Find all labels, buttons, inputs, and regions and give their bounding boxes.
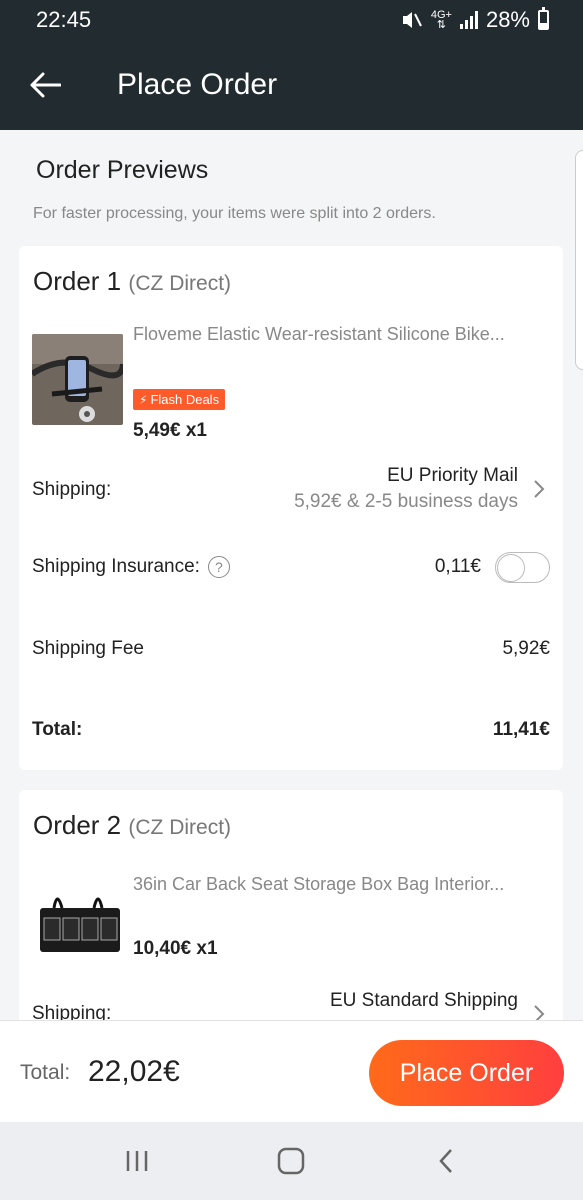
previews-subtitle: For faster processing, your items were s… bbox=[33, 205, 436, 222]
shipping-label: Shipping: bbox=[32, 479, 112, 500]
recents-button[interactable] bbox=[107, 1131, 167, 1191]
home-icon bbox=[278, 1147, 305, 1175]
battery-percent: 28% bbox=[485, 7, 530, 32]
chevron-right-icon[interactable] bbox=[533, 479, 545, 499]
order-total-label: Total: bbox=[32, 719, 83, 740]
system-back-button[interactable] bbox=[416, 1131, 476, 1191]
insurance-price: 0,11€ bbox=[434, 556, 481, 577]
back-button[interactable] bbox=[0, 40, 90, 130]
network-indicator: 4G+ ⇅ bbox=[430, 9, 452, 31]
arrow-left-icon bbox=[30, 72, 61, 98]
order-card-1: Order 1 (CZ Direct) Floveme Elastic Wear… bbox=[19, 246, 563, 770]
product-thumbnail-storage-bag[interactable] bbox=[32, 878, 123, 969]
status-bar: 22:45 4G+ ⇅ 28% bbox=[0, 0, 583, 40]
shipping-detail[interactable]: 5,92€ & 2-5 business days bbox=[294, 491, 518, 513]
product-name[interactable]: Floveme Elastic Wear-resistant Silicone … bbox=[133, 324, 505, 345]
grand-total-value: 22,02€ bbox=[88, 1055, 180, 1088]
insurance-label: Shipping Insurance: bbox=[32, 556, 200, 578]
mute-vibrate-icon bbox=[402, 12, 422, 28]
shipping-method[interactable]: EU Standard Shipping bbox=[330, 990, 518, 1012]
order-title: Order 2 (CZ Direct) bbox=[33, 810, 232, 840]
checkout-footer: Total: 22,02€ Place Order bbox=[0, 1020, 583, 1122]
price-quantity: 5,49€ x1 bbox=[133, 420, 207, 441]
product-image bbox=[32, 878, 123, 969]
shipping-fee-value: 5,92€ bbox=[502, 638, 550, 659]
shipping-fee-label: Shipping Fee bbox=[32, 638, 144, 659]
status-time: 22:45 bbox=[36, 7, 92, 32]
home-button[interactable] bbox=[261, 1131, 321, 1191]
grand-total-label: Total: bbox=[20, 1061, 71, 1084]
order-title: Order 1 (CZ Direct) bbox=[33, 266, 232, 296]
back-icon bbox=[439, 1149, 452, 1173]
price-quantity: 10,40€ x1 bbox=[133, 938, 218, 959]
product-thumbnail-bike-holder[interactable] bbox=[32, 334, 123, 425]
system-nav-bar bbox=[0, 1122, 583, 1200]
order-card-2: Order 2 (CZ Direct) 36in Car Back Seat S… bbox=[19, 790, 563, 1020]
order-content[interactable]: Order Previews For faster processing, yo… bbox=[0, 130, 583, 1020]
seller-name: (CZ Direct) bbox=[128, 816, 232, 839]
page-title: Place Order bbox=[117, 68, 278, 101]
insurance-toggle[interactable] bbox=[495, 552, 550, 583]
app-bar: Place Order bbox=[0, 40, 583, 130]
chevron-right-icon[interactable] bbox=[533, 1004, 545, 1020]
product-name[interactable]: 36in Car Back Seat Storage Box Bag Inter… bbox=[133, 874, 504, 895]
order-total-value: 11,41€ bbox=[492, 719, 550, 740]
product-image bbox=[32, 334, 123, 425]
previews-title: Order Previews bbox=[36, 156, 209, 184]
battery-icon bbox=[538, 7, 549, 30]
recents-icon bbox=[126, 1151, 148, 1171]
place-order-button[interactable]: Place Order bbox=[369, 1040, 564, 1106]
seller-name: (CZ Direct) bbox=[128, 272, 232, 295]
scroll-indicator[interactable] bbox=[575, 150, 583, 370]
data-arrows-icon: ⇅ bbox=[436, 19, 446, 31]
question-circle-icon[interactable]: ? bbox=[207, 556, 230, 578]
status-icons: 4G+ ⇅ 28% bbox=[401, 7, 549, 33]
shipping-label: Shipping: bbox=[32, 1003, 112, 1020]
flash-deals-badge: ⚡ Flash Deals bbox=[133, 389, 226, 410]
insurance-row: Shipping Insurance:? bbox=[32, 556, 230, 578]
shipping-method[interactable]: EU Priority Mail bbox=[387, 465, 518, 487]
signal-icon bbox=[459, 11, 478, 29]
lightning-icon: ⚡ bbox=[139, 392, 148, 407]
